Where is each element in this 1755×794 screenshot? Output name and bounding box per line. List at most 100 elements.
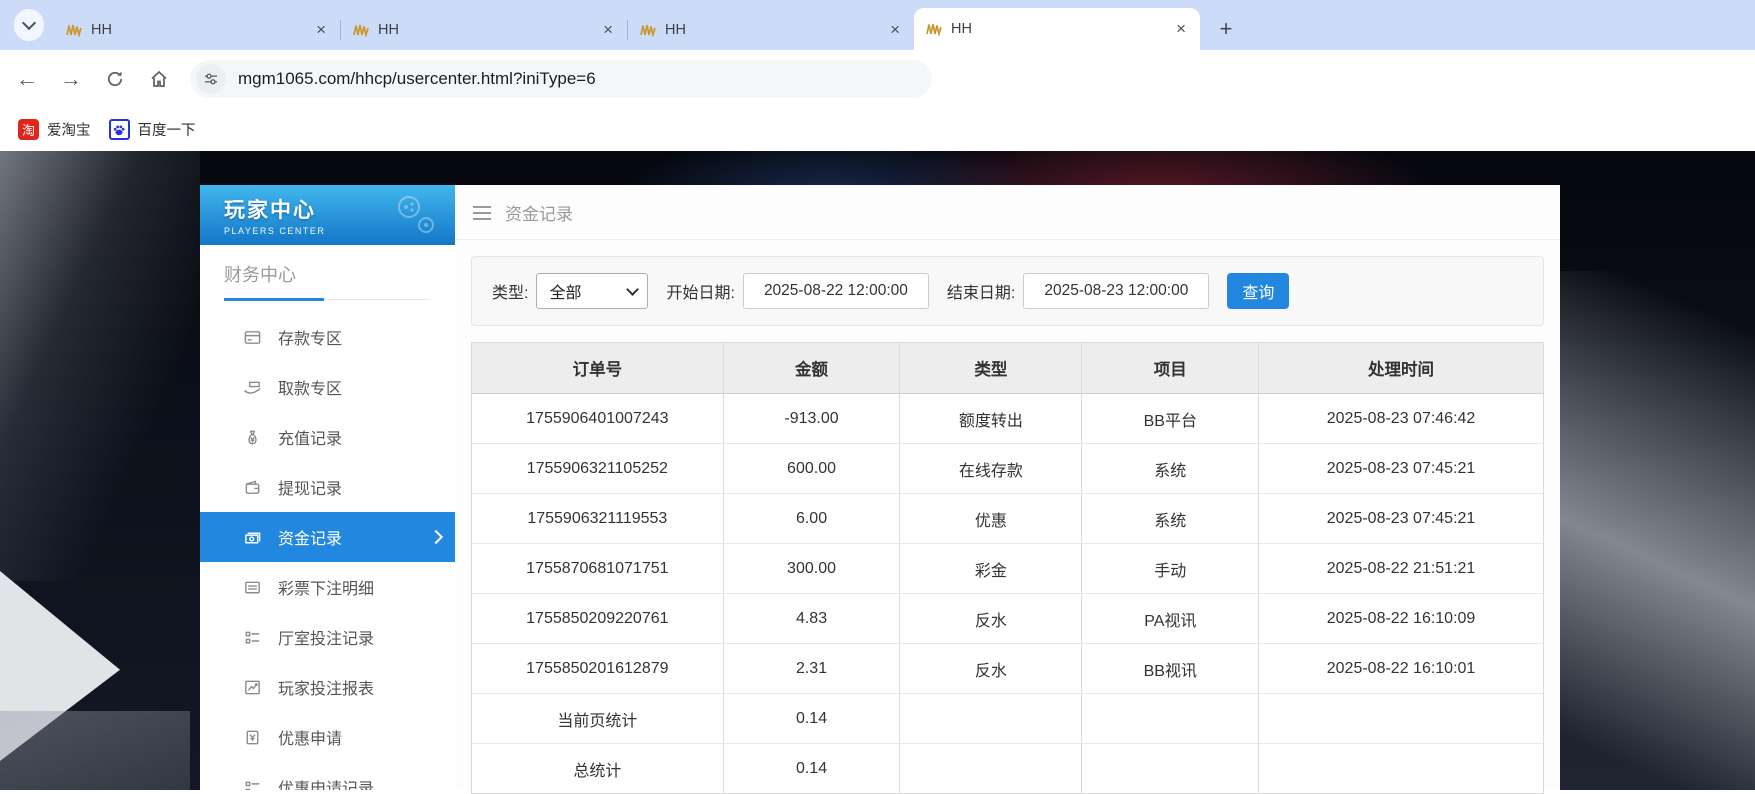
- sidebar-item-label: 存款专区: [278, 325, 342, 349]
- table-cell: [1259, 744, 1543, 793]
- site-favicon: [926, 22, 942, 36]
- sidebar-item-存款专区[interactable]: 存款专区: [200, 312, 455, 362]
- table-header-cell: 处理时间: [1259, 343, 1543, 393]
- table-cell: [900, 744, 1082, 793]
- browser-tab[interactable]: HH×: [341, 10, 627, 50]
- table-cell: 1755906401007243: [472, 394, 724, 443]
- sidebar-item-优惠申请[interactable]: 优惠申请: [200, 712, 455, 762]
- sidebar-item-充值记录[interactable]: 充值记录: [200, 412, 455, 462]
- type-select[interactable]: 全部: [536, 273, 648, 309]
- table-cell: -913.00: [724, 394, 901, 443]
- tab-close-icon[interactable]: ×: [1172, 19, 1190, 39]
- bookmark-item[interactable]: 淘爱淘宝: [18, 119, 91, 140]
- forward-button[interactable]: →: [54, 62, 88, 96]
- table-cell: 2025-08-22 21:51:21: [1259, 544, 1543, 593]
- table-cell: 反水: [900, 644, 1082, 693]
- hamburger-icon[interactable]: [473, 206, 491, 208]
- banknotes-icon: [242, 527, 262, 547]
- table-cell: [1259, 694, 1543, 743]
- background-art: [0, 151, 200, 581]
- sidebar-item-玩家投注报表[interactable]: 玩家投注报表: [200, 662, 455, 712]
- new-tab-button[interactable]: +: [1212, 15, 1240, 43]
- table-cell: 2025-08-23 07:46:42: [1259, 394, 1543, 443]
- background-art: [1555, 271, 1755, 790]
- table-cell: [1082, 694, 1259, 743]
- table-cell: 2025-08-22 16:10:09: [1259, 594, 1543, 643]
- reload-button[interactable]: [98, 62, 132, 96]
- table-cell: 2025-08-23 07:45:21: [1259, 494, 1543, 543]
- wallet-icon: [242, 477, 262, 497]
- browser-tab-strip: HH×HH×HH×HH×+: [0, 0, 1755, 50]
- table-header-cell: 订单号: [472, 343, 724, 393]
- taobao-icon: 淘: [18, 119, 39, 140]
- sidebar-item-取款专区[interactable]: 取款专区: [200, 362, 455, 412]
- end-date-input[interactable]: 2025-08-23 12:00:00: [1023, 273, 1209, 309]
- site-info-button[interactable]: [196, 64, 226, 94]
- main-content: 资金记录 类型: 全部 开始日期: 2025-08-22 12:00:00 结束…: [455, 185, 1560, 790]
- browser-toolbar: ← → mgm1065.com/hhcp/usercenter.html?ini…: [0, 50, 1755, 108]
- board-list-icon: [242, 627, 262, 647]
- sidebar-item-提现记录[interactable]: 提现记录: [200, 462, 455, 512]
- table-cell: 总统计: [472, 744, 724, 793]
- sidebar-header: 玩家中心 PLAYERS CENTER: [200, 185, 455, 245]
- browser-tab[interactable]: HH×: [914, 8, 1200, 50]
- site-favicon: [66, 23, 82, 37]
- tab-search-button[interactable]: [14, 9, 44, 41]
- type-select-value: 全部: [549, 279, 581, 303]
- table-cell: [1082, 744, 1259, 793]
- table-cell: 300.00: [724, 544, 901, 593]
- baidu-paw-icon: [109, 119, 130, 140]
- type-filter-label: 类型:: [492, 279, 528, 303]
- table-header-cell: 金额: [724, 343, 901, 393]
- tab-close-icon[interactable]: ×: [599, 20, 617, 40]
- tab-close-icon[interactable]: ×: [886, 20, 904, 40]
- bookmark-label: 爱淘宝: [47, 119, 91, 140]
- report-chart-icon: [242, 677, 262, 697]
- sidebar-item-label: 优惠申请记录: [278, 775, 374, 790]
- list-detail-icon: [242, 577, 262, 597]
- tabs-container: HH×HH×HH×HH×+: [54, 0, 1240, 50]
- table-cell: 0.14: [724, 744, 901, 793]
- tune-icon: [203, 71, 219, 87]
- address-bar[interactable]: mgm1065.com/hhcp/usercenter.html?iniType…: [190, 60, 932, 98]
- sidebar-menu: 存款专区取款专区充值记录提现记录资金记录彩票下注明细厅室投注记录玩家投注报表优惠…: [200, 312, 455, 790]
- tab-title: HH: [951, 21, 1172, 37]
- table-cell: 2.31: [724, 644, 901, 693]
- sidebar-item-优惠申请记录[interactable]: 优惠申请记录: [200, 762, 455, 790]
- end-date-label: 结束日期:: [947, 279, 1015, 303]
- sidebar-section-title: 财务中心: [224, 261, 431, 300]
- tab-title: HH: [665, 22, 886, 38]
- table-row: 17558502016128792.31反水BB视讯2025-08-22 16:…: [472, 644, 1543, 694]
- board-list-icon: [242, 777, 262, 790]
- table-cell: 0.14: [724, 694, 901, 743]
- sidebar-item-label: 彩票下注明细: [278, 575, 374, 599]
- site-favicon: [353, 23, 369, 37]
- gamepad-icon: [395, 195, 437, 235]
- sidebar-item-label: 玩家投注报表: [278, 675, 374, 699]
- sidebar-item-彩票下注明细[interactable]: 彩票下注明细: [200, 562, 455, 612]
- start-date-input[interactable]: 2025-08-22 12:00:00: [743, 273, 929, 309]
- table-cell: 2025-08-23 07:45:21: [1259, 444, 1543, 493]
- home-button[interactable]: [142, 62, 176, 96]
- sidebar-item-label: 提现记录: [278, 475, 342, 499]
- table-cell: 系统: [1082, 494, 1259, 543]
- table-row: 当前页统计0.14: [472, 694, 1543, 744]
- bookmark-item[interactable]: 百度一下: [109, 119, 196, 140]
- table-header-cell: 类型: [900, 343, 1082, 393]
- sidebar-item-资金记录[interactable]: 资金记录: [200, 512, 455, 562]
- search-button[interactable]: 查询: [1227, 273, 1289, 309]
- sidebar-item-厅室投注记录[interactable]: 厅室投注记录: [200, 612, 455, 662]
- tab-title: HH: [378, 22, 599, 38]
- back-button[interactable]: ←: [10, 62, 44, 96]
- chevron-right-icon: [429, 530, 443, 544]
- background-art: [0, 711, 190, 790]
- browser-tab[interactable]: HH×: [628, 10, 914, 50]
- tab-close-icon[interactable]: ×: [312, 20, 330, 40]
- table-cell: 6.00: [724, 494, 901, 543]
- url-text: mgm1065.com/hhcp/usercenter.html?iniType…: [238, 69, 596, 89]
- sidebar-item-label: 厅室投注记录: [278, 625, 374, 649]
- browser-tab[interactable]: HH×: [54, 10, 340, 50]
- site-favicon: [640, 23, 656, 37]
- table-row: 总统计0.14: [472, 744, 1543, 793]
- page-title: 资金记录: [505, 200, 573, 225]
